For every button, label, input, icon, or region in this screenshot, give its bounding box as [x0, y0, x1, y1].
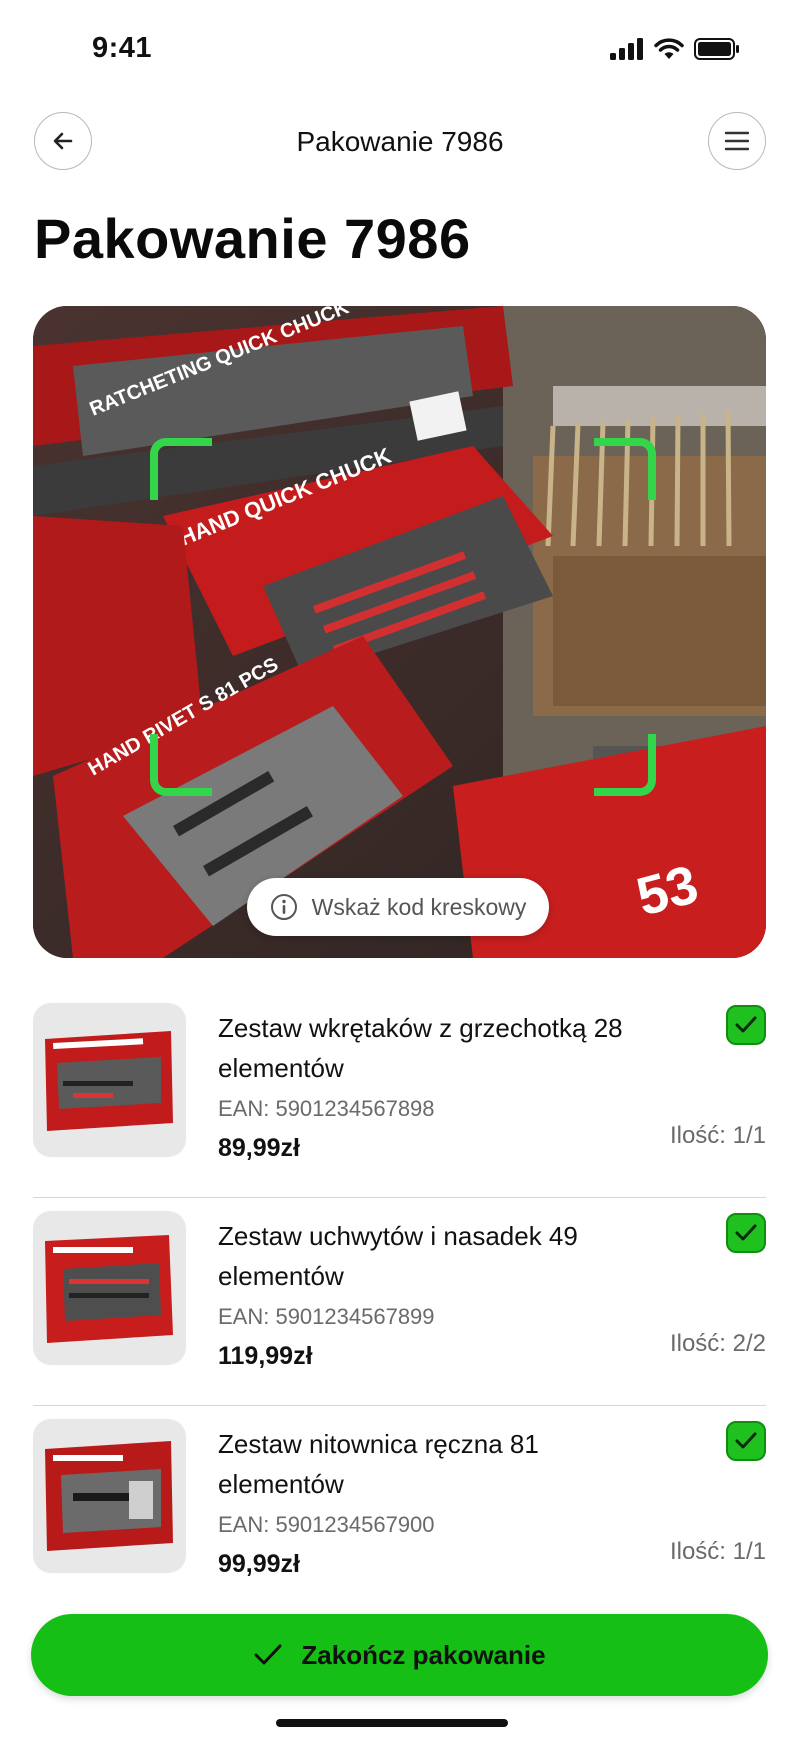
scan-frame-corner: [150, 438, 212, 500]
checkbox-packed[interactable]: [726, 1213, 766, 1253]
page-title: Pakowanie 7986: [34, 207, 471, 270]
finish-packing-label: Zakończ pakowanie: [301, 1639, 546, 1670]
status-time: 9:41: [92, 32, 153, 64]
status-icons: [610, 38, 740, 60]
nav-title: Pakowanie 7986: [296, 126, 504, 157]
product-quantity: Ilość: 1/1: [669, 1122, 766, 1149]
home-indicator: [276, 1719, 508, 1727]
scan-frame-corner: [594, 438, 656, 500]
product-price: 89,99zł: [218, 1134, 301, 1162]
product-name: Zestaw nitownica ręczna 81 elementów: [218, 1429, 539, 1499]
menu-button[interactable]: [708, 112, 766, 170]
scan-hint: Wskaż kod kreskowy: [247, 878, 549, 936]
menu-icon: [724, 131, 750, 151]
checkmark-icon: [735, 1432, 757, 1449]
battery-icon: [694, 38, 739, 60]
product-name: Zestaw uchwytów i nasadek 49 elementów: [218, 1221, 578, 1291]
checkbox-packed[interactable]: [726, 1005, 766, 1045]
checkmark-icon: [735, 1224, 757, 1241]
checkbox-packed[interactable]: [726, 1421, 766, 1461]
product-list: Zestaw wkrętaków z grzechotką 28 element…: [33, 990, 766, 1614]
product-thumbnail: [33, 1419, 186, 1573]
finish-packing-button[interactable]: Zakończ pakowanie: [31, 1614, 768, 1696]
product-price: 119,99zł: [218, 1342, 313, 1370]
product-ean: EAN: 5901234567900: [218, 1512, 435, 1537]
checkmark-icon: [735, 1016, 757, 1033]
list-item[interactable]: Zestaw uchwytów i nasadek 49 elementów E…: [33, 1198, 766, 1406]
list-item[interactable]: Zestaw wkrętaków z grzechotką 28 element…: [33, 990, 766, 1198]
list-item[interactable]: Zestaw nitownica ręczna 81 elementów EAN…: [33, 1406, 766, 1614]
product-ean: EAN: 5901234567899: [218, 1304, 435, 1329]
product-ean: EAN: 5901234567898: [218, 1096, 435, 1121]
product-thumbnail: [33, 1003, 186, 1157]
info-icon: [270, 894, 297, 920]
scan-hint-text: Wskaż kod kreskowy: [311, 893, 527, 920]
product-thumbnail: [33, 1211, 186, 1365]
wifi-icon: [654, 38, 684, 59]
scan-frame-corner: [150, 734, 212, 796]
nav-bar: Pakowanie 7986: [0, 112, 800, 174]
product-price: 99,99zł: [218, 1550, 301, 1578]
camera-preview-image: 53 RATCHETING QUICK CHUCK HAND QUICK CHU…: [33, 306, 766, 958]
product-quantity: Ilość: 2/2: [669, 1330, 766, 1357]
checkmark-icon: [254, 1644, 282, 1665]
signal-icon: [610, 38, 643, 60]
status-bar: 9:41: [0, 0, 800, 100]
barcode-scanner[interactable]: 53 RATCHETING QUICK CHUCK HAND QUICK CHU…: [33, 306, 766, 958]
scan-frame-corner: [594, 734, 656, 796]
product-quantity: Ilość: 1/1: [669, 1538, 766, 1565]
product-name: Zestaw wkrętaków z grzechotką 28 element…: [218, 1013, 623, 1083]
